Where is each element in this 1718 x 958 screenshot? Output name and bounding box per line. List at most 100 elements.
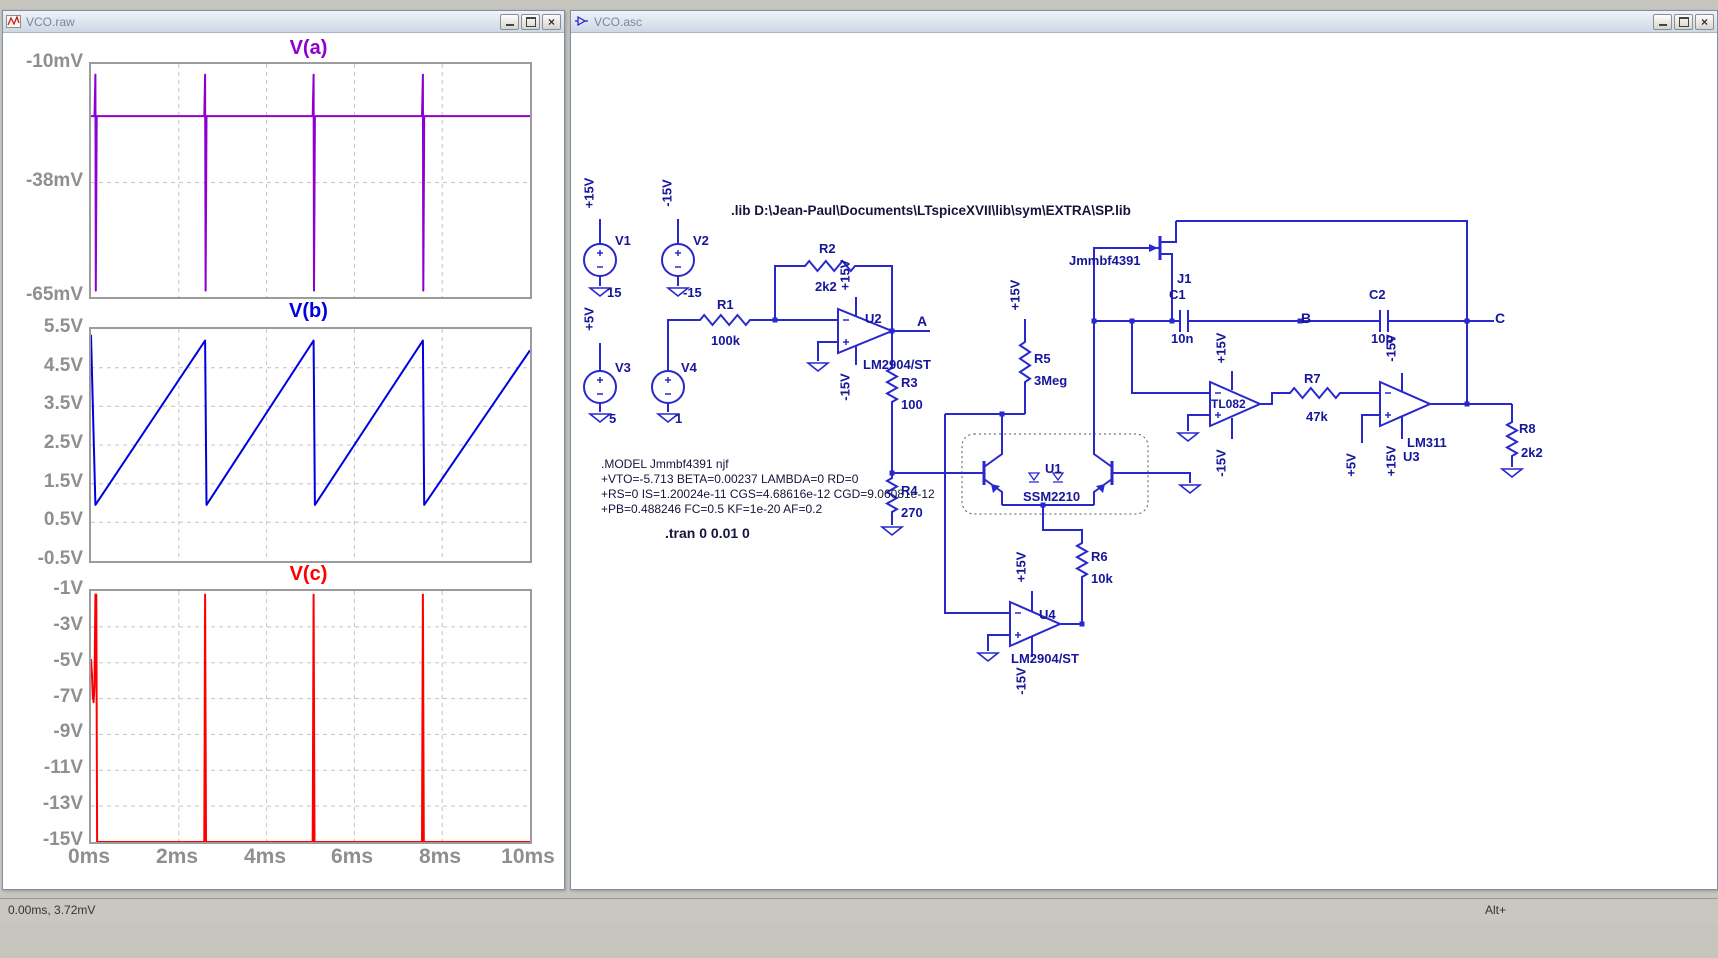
restore-button[interactable] (1674, 13, 1693, 30)
resistor[interactable] (695, 313, 755, 327)
spice-model-line1[interactable]: .MODEL Jmmbf4391 njf (601, 457, 729, 471)
rail-label-u3-ref[interactable]: +5V (1344, 453, 1359, 477)
rail-label-v2[interactable]: -15V (660, 179, 675, 206)
label-r7-name[interactable]: R7 (1304, 371, 1321, 386)
label-v1-name[interactable]: V1 (615, 233, 631, 248)
label-v3-name[interactable]: V3 (615, 360, 631, 375)
plot-vc[interactable] (89, 589, 532, 844)
rail-label-u4-bot[interactable]: -15V (1014, 667, 1029, 694)
label-r4-value[interactable]: 270 (901, 505, 923, 520)
minimize-button[interactable] (500, 13, 519, 30)
label-v3-value[interactable]: 5 (609, 411, 616, 426)
label-r5-name[interactable]: R5 (1034, 351, 1051, 366)
label-r1-value[interactable]: 100k (711, 333, 740, 348)
resistor[interactable] (1018, 337, 1032, 387)
rail-label-v3[interactable]: +5V (582, 307, 597, 331)
label-r2-name[interactable]: R2 (819, 241, 836, 256)
capacitor[interactable] (1379, 310, 1389, 332)
label-r5-value[interactable]: 3Meg (1034, 373, 1067, 388)
label-u5-model[interactable]: TL082 (1211, 397, 1246, 411)
label-r8-name[interactable]: R8 (1519, 421, 1536, 436)
resistor[interactable] (1074, 538, 1090, 582)
ground-symbol[interactable] (1175, 432, 1201, 443)
spice-model-line4[interactable]: +PB=0.488246 FC=0.5 KF=1e-20 AF=0.2 (601, 502, 822, 516)
port-label-a[interactable]: A (917, 313, 927, 329)
wire[interactable] (1187, 414, 1210, 431)
label-j1-name[interactable]: J1 (1177, 271, 1191, 286)
rail-label-u4-top[interactable]: +15V (1014, 552, 1029, 583)
label-u4-model[interactable]: LM2904/ST (1011, 651, 1079, 666)
wire[interactable] (817, 341, 838, 361)
plot-va[interactable] (89, 62, 532, 299)
plot-vb[interactable] (89, 327, 532, 563)
ground-symbol[interactable] (975, 652, 1001, 663)
label-v2-value[interactable]: -15 (683, 285, 702, 300)
resistor[interactable] (1504, 417, 1520, 461)
voltage-source[interactable] (583, 243, 617, 277)
label-r6-name[interactable]: R6 (1091, 549, 1108, 564)
voltage-source[interactable] (661, 243, 695, 277)
minimize-button[interactable] (1653, 13, 1672, 30)
restore-button[interactable] (521, 13, 540, 30)
spice-directive-tran[interactable]: .tran 0 0.01 0 (665, 525, 750, 541)
label-v4-value[interactable]: 1 (675, 411, 682, 426)
label-u2-name[interactable]: U2 (865, 311, 882, 326)
ground-symbol[interactable] (1499, 468, 1525, 479)
spice-model-line2[interactable]: +VTO=-5.713 BETA=0.00237 LAMBDA=0 RD=0 (601, 472, 858, 486)
label-r3-value[interactable]: 100 (901, 397, 923, 412)
ground-symbol[interactable] (805, 362, 831, 373)
rail-label-u5-top[interactable]: +15V (1214, 333, 1229, 364)
rail-label-u3-top[interactable]: -15V (1384, 334, 1399, 361)
label-u2-model[interactable]: LM2904/ST (863, 357, 931, 372)
voltage-source[interactable] (651, 370, 685, 404)
close-button[interactable]: × (1695, 13, 1714, 30)
spice-directive-lib[interactable]: .lib D:\Jean-Paul\Documents\LTspiceXVII\… (731, 203, 1131, 218)
waveform-trace[interactable] (91, 334, 530, 506)
port-label-b[interactable]: B (1301, 310, 1311, 326)
rail-label-r5[interactable]: +15V (1008, 280, 1023, 311)
wire[interactable] (1176, 220, 1468, 404)
bjt-collector[interactable] (983, 434, 1003, 468)
wire[interactable] (1160, 221, 1177, 243)
label-r7-value[interactable]: 47k (1306, 409, 1328, 424)
titlebar-vco-asc[interactable]: VCO.asc × (571, 11, 1717, 33)
wire[interactable] (1093, 247, 1160, 454)
label-u3-model[interactable]: LM311 (1407, 435, 1447, 450)
label-v4-name[interactable]: V4 (681, 360, 697, 375)
schematic-canvas-area[interactable]: .lib D:\Jean-Paul\Documents\LTspiceXVII\… (571, 33, 1717, 889)
label-r2-value[interactable]: 2k2 (815, 279, 837, 294)
titlebar-vco-raw[interactable]: VCO.raw × (3, 11, 564, 33)
rail-label-u2-bot[interactable]: -15V (838, 373, 853, 400)
ground-symbol[interactable] (1177, 484, 1203, 495)
label-r1-name[interactable]: R1 (717, 297, 734, 312)
waveform-trace[interactable] (91, 593, 530, 842)
label-c1-value[interactable]: 10n (1171, 331, 1193, 346)
rail-label-u3-bot[interactable]: +15V (1384, 446, 1399, 477)
label-r6-value[interactable]: 10k (1091, 571, 1113, 586)
ground-symbol[interactable] (587, 413, 613, 424)
wire[interactable] (1361, 414, 1380, 443)
port-label-c[interactable]: C (1495, 310, 1505, 326)
label-u3-name[interactable]: U3 (1403, 449, 1420, 464)
resistor[interactable] (1285, 386, 1345, 400)
label-c1-name[interactable]: C1 (1169, 287, 1186, 302)
label-r4-name[interactable]: R4 (901, 483, 918, 498)
close-button[interactable]: × (542, 13, 561, 30)
spice-model-line3[interactable]: +RS=0 IS=1.20024e-11 CGS=4.68616e-12 CGD… (601, 487, 935, 501)
ground-symbol[interactable] (879, 526, 905, 537)
label-u1-name[interactable]: U1 (1045, 461, 1062, 476)
wire[interactable] (1060, 582, 1083, 625)
wire[interactable] (1260, 392, 1285, 405)
label-v2-name[interactable]: V2 (693, 233, 709, 248)
label-r3-name[interactable]: R3 (901, 375, 918, 390)
rail-label-v1[interactable]: +15V (582, 178, 597, 209)
capacitor[interactable] (1179, 310, 1189, 332)
label-r8-value[interactable]: 2k2 (1521, 445, 1543, 460)
label-u4-name[interactable]: U4 (1039, 607, 1056, 622)
label-j1-model[interactable]: Jmmbf4391 (1069, 253, 1141, 268)
wire[interactable] (1042, 505, 1083, 538)
label-c2-name[interactable]: C2 (1369, 287, 1386, 302)
opamp[interactable] (1379, 380, 1433, 428)
rail-label-u5-bot[interactable]: -15V (1214, 449, 1229, 476)
wire[interactable] (1112, 472, 1191, 483)
